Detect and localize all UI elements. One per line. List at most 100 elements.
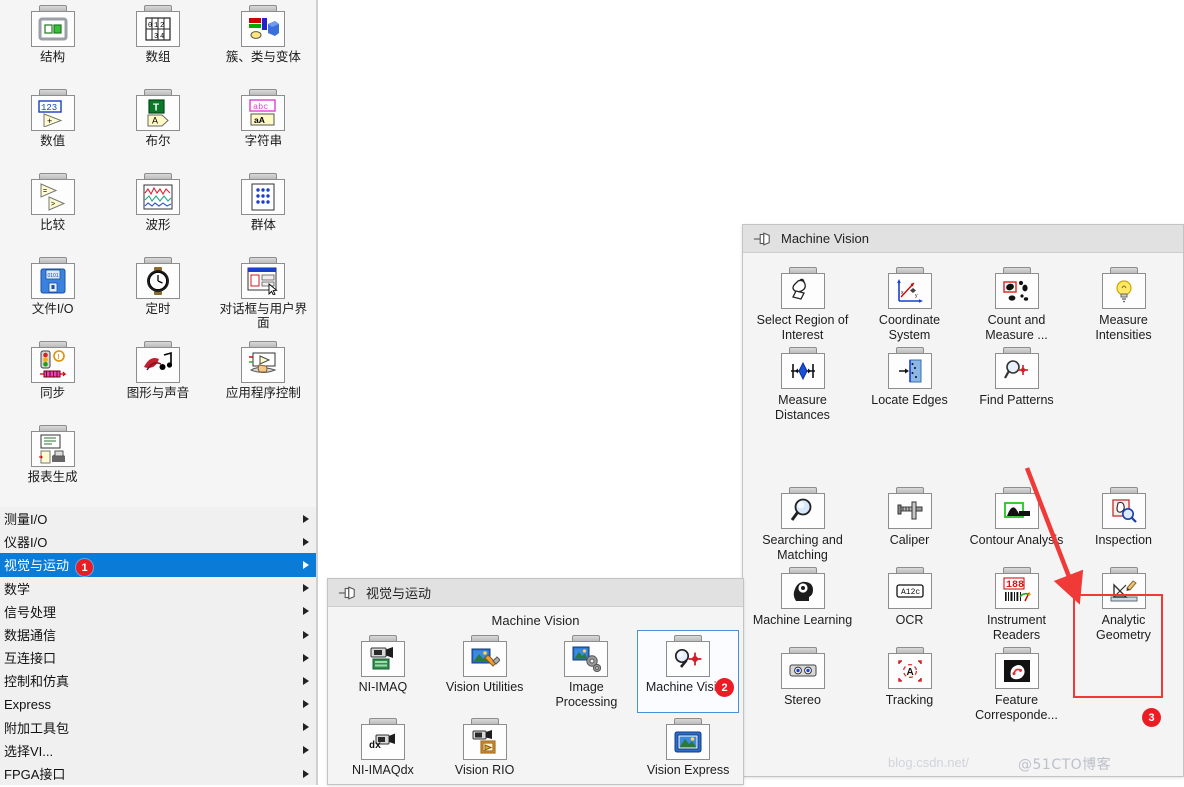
functions-palette[interactable]: 结构 0 1 2 3 4 数组 簇、类与变体 123 + 数值 T A 布尔 abc aA 字符串 = > 比较 波形群…	[0, 0, 318, 785]
menu-item-4[interactable]: 数学	[0, 577, 316, 600]
machine-vision-panel[interactable]: Machine Vision Select Region of Interest…	[742, 224, 1184, 777]
vision-motion-item-2[interactable]: Vision Utilities	[434, 630, 536, 713]
machine-vision-item-label: Stereo	[784, 693, 821, 707]
menu-item-label: FPGA接口	[4, 767, 66, 783]
vision-motion-item-6[interactable]: Vision RIO	[434, 713, 536, 787]
machine-vision-icon-grid: Select Region of Interest x y Coordinate Sy…	[743, 253, 1183, 723]
palette-item-6[interactable]: abc aA 字符串	[211, 86, 316, 170]
machine-vision-item-9[interactable]: Caliper	[856, 483, 963, 563]
vision-motion-panel-title: 视觉与运动	[366, 586, 432, 601]
palette-item-9[interactable]: 群体	[211, 170, 316, 254]
hover-tooltip-label: Machine Vision	[491, 613, 580, 628]
menu-item-7[interactable]: 互连接口	[0, 646, 316, 669]
svg-text:0: 0	[148, 22, 152, 30]
machine-vision-item-17[interactable]: A Tracking	[856, 643, 963, 723]
palette-item-5[interactable]: T A 布尔	[105, 86, 210, 170]
palette-category-menu[interactable]: 测量I/O 仪器I/O 视觉与运动数学信号处理数据通信互连接口控制和仿真 Expres…	[0, 507, 316, 785]
machine-vision-item-5[interactable]: Measure Distances	[749, 343, 856, 423]
palette-item-13[interactable]: ! 同步	[0, 338, 105, 422]
palette-item-14[interactable]: 图形与声音	[105, 338, 210, 422]
machine-vision-item-14[interactable]: 188 Instrument Readers	[963, 563, 1070, 643]
app-control-icon	[241, 341, 286, 383]
menu-item-9[interactable]: Express	[0, 693, 316, 716]
pin-icon[interactable]	[338, 585, 356, 601]
machine-vision-item-8[interactable]: Searching and Matching	[749, 483, 856, 563]
menu-item-6[interactable]: 数据通信	[0, 623, 316, 646]
vision-motion-item-label: NI-IMAQ	[358, 680, 408, 694]
palette-item-8[interactable]: 波形	[105, 170, 210, 254]
palette-item-16[interactable]: 报表生成	[0, 422, 105, 506]
machine-vision-item-12[interactable]: Machine Learning	[749, 563, 856, 643]
palette-item-1[interactable]: 结构	[0, 2, 105, 86]
vision-motion-item-8[interactable]: Vision Express	[637, 713, 739, 787]
vision-motion-item-4[interactable]: Machine Vision	[637, 630, 739, 713]
menu-item-8[interactable]: 控制和仿真	[0, 669, 316, 692]
palette-item-label: 文件I/O	[31, 302, 74, 316]
menu-item-10[interactable]: 附加工具包	[0, 716, 316, 739]
palette-item-15[interactable]: 应用程序控制	[211, 338, 316, 422]
menu-item-label: 信号处理	[4, 604, 57, 620]
analytic-geometry-icon	[1101, 567, 1146, 609]
menu-item-1[interactable]: 测量I/O	[0, 507, 316, 530]
collection-icon	[241, 173, 286, 215]
machine-vision-item-label: Feature Corresponde...	[975, 693, 1058, 722]
palette-item-7[interactable]: = > 比较	[0, 170, 105, 254]
svg-text:>: >	[51, 201, 55, 208]
palette-item-3[interactable]: 簇、类与变体	[211, 2, 316, 86]
vision-motion-item-label: NI-IMAQdx	[351, 763, 414, 777]
tracking-icon: A	[887, 647, 932, 689]
vision-motion-item-3[interactable]: Image Processing	[536, 630, 638, 713]
svg-text:T: T	[153, 103, 159, 114]
find-patterns-icon	[994, 347, 1039, 389]
machine-vision-item-16[interactable]: Stereo	[749, 643, 856, 723]
comparison-icon: = >	[30, 173, 75, 215]
menu-item-label: 数学	[4, 581, 31, 597]
menu-item-label: 互连接口	[4, 651, 57, 667]
palette-item-label: 应用程序控制	[225, 386, 301, 400]
machine-vision-item-4[interactable]: Measure Intensities	[1070, 263, 1177, 343]
machine-vision-item-6[interactable]: Locate Edges	[856, 343, 963, 423]
palette-item-label: 字符串	[244, 134, 283, 148]
menu-item-11[interactable]: 选择VI...	[0, 739, 316, 762]
image-processing-icon	[564, 635, 609, 677]
menu-item-2[interactable]: 仪器I/O	[0, 530, 316, 553]
vision-motion-item-5[interactable]: dx NI-IMAQdx	[332, 713, 434, 787]
machine-vision-item-18[interactable]: Feature Corresponde...	[963, 643, 1070, 723]
machine-vision-item-1[interactable]: Select Region of Interest	[749, 263, 856, 343]
vision-motion-panel[interactable]: 视觉与运动 Machine Vision NI-IMAQ Vision Utili…	[327, 578, 744, 785]
contour-analysis-icon	[994, 487, 1039, 529]
machine-vision-item-3[interactable]: Count and Measure ...	[963, 263, 1070, 343]
menu-item-5[interactable]: 信号处理	[0, 600, 316, 623]
machine-vision-item-10[interactable]: Contour Analysis	[963, 483, 1070, 563]
machine-vision-item-11[interactable]: Inspection	[1070, 483, 1177, 563]
machine-vision-item-13[interactable]: A12c OCR	[856, 563, 963, 643]
cluster-class-variant-icon	[241, 5, 286, 47]
annotation-badge-2: 2	[715, 678, 734, 697]
chevron-right-icon	[303, 769, 309, 778]
svg-text:0101: 0101	[47, 273, 58, 279]
ni-imaq-icon	[360, 635, 405, 677]
machine-vision-item-label: Count and Measure ...	[985, 313, 1048, 342]
palette-item-10[interactable]: 0101 文件I/O	[0, 254, 105, 338]
machine-vision-item-label: Select Region of Interest	[756, 313, 849, 342]
machine-vision-item-15[interactable]: Analytic Geometry	[1070, 563, 1177, 643]
svg-text:3: 3	[154, 33, 158, 41]
palette-item-12[interactable]: 对话框与用户界面	[211, 254, 316, 338]
svg-text:=: =	[43, 188, 47, 195]
pin-icon[interactable]	[753, 231, 771, 247]
palette-item-4[interactable]: 123 + 数值	[0, 86, 105, 170]
searching-and-matching-icon	[780, 487, 825, 529]
menu-item-3[interactable]: 视觉与运动	[0, 553, 316, 577]
synchronization-icon: !	[30, 341, 75, 383]
menu-item-12[interactable]: FPGA接口	[0, 762, 316, 785]
vision-motion-item-1[interactable]: NI-IMAQ	[332, 630, 434, 713]
palette-item-11[interactable]: 定时	[105, 254, 210, 338]
palette-item-2[interactable]: 0 1 2 3 4 数组	[105, 2, 210, 86]
machine-vision-item-7[interactable]: Find Patterns	[963, 343, 1070, 423]
ni-imaqdx-icon: dx	[360, 718, 405, 760]
annotation-badge-1: 1	[76, 559, 93, 576]
report-generation-icon	[30, 425, 75, 467]
machine-vision-item-label: Measure Intensities	[1095, 313, 1152, 342]
annotation-badge-3: 3	[1142, 708, 1161, 727]
machine-vision-item-2[interactable]: x y Coordinate System	[856, 263, 963, 343]
